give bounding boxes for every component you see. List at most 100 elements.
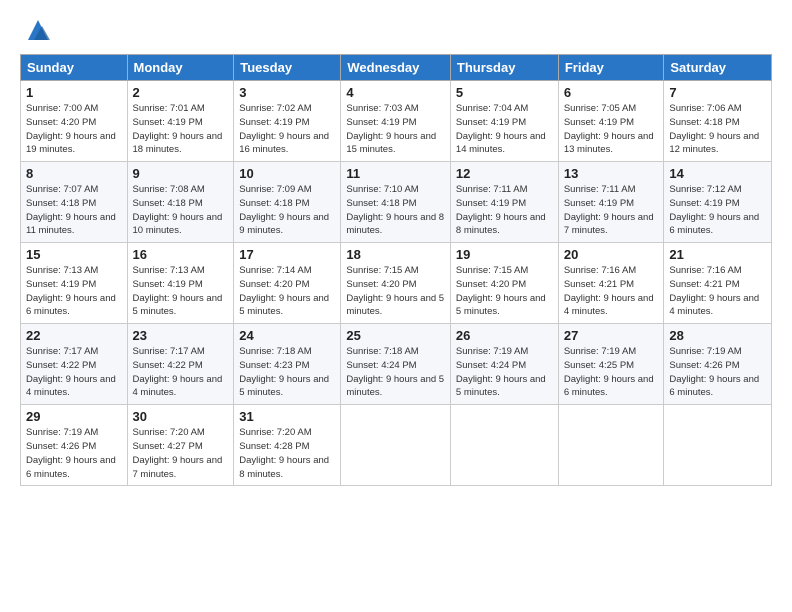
day-number: 5 [456,85,553,100]
calendar-cell: 31 Sunrise: 7:20 AMSunset: 4:28 PMDayligh… [234,405,341,486]
logo-icon [24,16,52,44]
calendar-cell: 9 Sunrise: 7:08 AMSunset: 4:18 PMDaylight… [127,162,234,243]
day-info: Sunrise: 7:20 AMSunset: 4:28 PMDaylight:… [239,426,335,481]
calendar-cell: 18 Sunrise: 7:15 AMSunset: 4:20 PMDayligh… [341,243,451,324]
day-info: Sunrise: 7:11 AMSunset: 4:19 PMDaylight:… [564,183,659,238]
day-info: Sunrise: 7:17 AMSunset: 4:22 PMDaylight:… [26,345,122,400]
day-number: 18 [346,247,445,262]
day-number: 27 [564,328,659,343]
day-info: Sunrise: 7:05 AMSunset: 4:19 PMDaylight:… [564,102,659,157]
calendar-week-5: 29 Sunrise: 7:19 AMSunset: 4:26 PMDayligh… [21,405,772,486]
day-number: 20 [564,247,659,262]
calendar-week-3: 15 Sunrise: 7:13 AMSunset: 4:19 PMDayligh… [21,243,772,324]
calendar-header: Sunday Monday Tuesday Wednesday Thursday… [21,55,772,81]
calendar-cell: 4Sunrise: 7:03 AMSunset: 4:19 PMDaylight… [341,81,451,162]
day-info: Sunrise: 7:12 AMSunset: 4:19 PMDaylight:… [669,183,766,238]
calendar-cell: 11 Sunrise: 7:10 AMSunset: 4:18 PMDayligh… [341,162,451,243]
day-info: Sunrise: 7:19 AMSunset: 4:26 PMDaylight:… [669,345,766,400]
calendar-week-4: 22 Sunrise: 7:17 AMSunset: 4:22 PMDayligh… [21,324,772,405]
day-info: Sunrise: 7:19 AMSunset: 4:25 PMDaylight:… [564,345,659,400]
day-number: 22 [26,328,122,343]
day-info: Sunrise: 7:19 AMSunset: 4:24 PMDaylight:… [456,345,553,400]
calendar-cell: 13 Sunrise: 7:11 AMSunset: 4:19 PMDayligh… [558,162,664,243]
day-info: Sunrise: 7:09 AMSunset: 4:18 PMDaylight:… [239,183,335,238]
day-number: 2 [133,85,229,100]
day-number: 6 [564,85,659,100]
calendar-cell: 15 Sunrise: 7:13 AMSunset: 4:19 PMDayligh… [21,243,128,324]
day-number: 3 [239,85,335,100]
col-monday: Monday [127,55,234,81]
calendar-cell: 14Sunrise: 7:12 AMSunset: 4:19 PMDayligh… [664,162,772,243]
day-info: Sunrise: 7:01 AMSunset: 4:19 PMDaylight:… [133,102,229,157]
day-info: Sunrise: 7:19 AMSunset: 4:26 PMDaylight:… [26,426,122,481]
calendar-cell: 6 Sunrise: 7:05 AMSunset: 4:19 PMDaylight… [558,81,664,162]
calendar-cell: 17 Sunrise: 7:14 AMSunset: 4:20 PMDayligh… [234,243,341,324]
logo [20,16,52,44]
calendar-cell [450,405,558,486]
calendar-cell: 29 Sunrise: 7:19 AMSunset: 4:26 PMDayligh… [21,405,128,486]
col-thursday: Thursday [450,55,558,81]
day-info: Sunrise: 7:10 AMSunset: 4:18 PMDaylight:… [346,183,445,238]
day-number: 24 [239,328,335,343]
day-number: 11 [346,166,445,181]
day-number: 13 [564,166,659,181]
calendar-cell: 7 Sunrise: 7:06 AMSunset: 4:18 PMDaylight… [664,81,772,162]
calendar-cell: 22 Sunrise: 7:17 AMSunset: 4:22 PMDayligh… [21,324,128,405]
calendar-cell: 23 Sunrise: 7:17 AMSunset: 4:22 PMDayligh… [127,324,234,405]
calendar-cell: 25 Sunrise: 7:18 AMSunset: 4:24 PMDayligh… [341,324,451,405]
col-friday: Friday [558,55,664,81]
calendar-cell [341,405,451,486]
day-number: 1 [26,85,122,100]
col-wednesday: Wednesday [341,55,451,81]
day-number: 29 [26,409,122,424]
calendar-cell: 5 Sunrise: 7:04 AMSunset: 4:19 PMDaylight… [450,81,558,162]
calendar-cell: 1 Sunrise: 7:00 AMSunset: 4:20 PMDaylight… [21,81,128,162]
day-info: Sunrise: 7:15 AMSunset: 4:20 PMDaylight:… [456,264,553,319]
day-number: 25 [346,328,445,343]
header-row: Sunday Monday Tuesday Wednesday Thursday… [21,55,772,81]
day-info: Sunrise: 7:16 AMSunset: 4:21 PMDaylight:… [564,264,659,319]
day-number: 15 [26,247,122,262]
calendar-cell: 27 Sunrise: 7:19 AMSunset: 4:25 PMDayligh… [558,324,664,405]
day-info: Sunrise: 7:14 AMSunset: 4:20 PMDaylight:… [239,264,335,319]
day-info: Sunrise: 7:06 AMSunset: 4:18 PMDaylight:… [669,102,766,157]
day-number: 17 [239,247,335,262]
day-number: 23 [133,328,229,343]
calendar-cell: 10Sunrise: 7:09 AMSunset: 4:18 PMDayligh… [234,162,341,243]
day-info: Sunrise: 7:04 AMSunset: 4:19 PMDaylight:… [456,102,553,157]
day-info: Sunrise: 7:13 AMSunset: 4:19 PMDaylight:… [133,264,229,319]
calendar-week-1: 1 Sunrise: 7:00 AMSunset: 4:20 PMDaylight… [21,81,772,162]
calendar-cell: 3 Sunrise: 7:02 AMSunset: 4:19 PMDaylight… [234,81,341,162]
day-info: Sunrise: 7:13 AMSunset: 4:19 PMDaylight:… [26,264,122,319]
day-number: 26 [456,328,553,343]
calendar-cell: 24 Sunrise: 7:18 AMSunset: 4:23 PMDayligh… [234,324,341,405]
day-info: Sunrise: 7:15 AMSunset: 4:20 PMDaylight:… [346,264,445,319]
day-info: Sunrise: 7:00 AMSunset: 4:20 PMDaylight:… [26,102,122,157]
calendar-cell: 26 Sunrise: 7:19 AMSunset: 4:24 PMDayligh… [450,324,558,405]
day-info: Sunrise: 7:20 AMSunset: 4:27 PMDaylight:… [133,426,229,481]
day-info: Sunrise: 7:11 AMSunset: 4:19 PMDaylight:… [456,183,553,238]
calendar-cell: 28Sunrise: 7:19 AMSunset: 4:26 PMDayligh… [664,324,772,405]
calendar-body: 1 Sunrise: 7:00 AMSunset: 4:20 PMDaylight… [21,81,772,486]
day-info: Sunrise: 7:02 AMSunset: 4:19 PMDaylight:… [239,102,335,157]
day-number: 19 [456,247,553,262]
day-number: 21 [669,247,766,262]
day-info: Sunrise: 7:18 AMSunset: 4:23 PMDaylight:… [239,345,335,400]
calendar-cell: 21Sunrise: 7:16 AMSunset: 4:21 PMDayligh… [664,243,772,324]
calendar-cell: 16Sunrise: 7:13 AMSunset: 4:19 PMDayligh… [127,243,234,324]
calendar-cell: 30Sunrise: 7:20 AMSunset: 4:27 PMDayligh… [127,405,234,486]
calendar-cell [558,405,664,486]
day-info: Sunrise: 7:07 AMSunset: 4:18 PMDaylight:… [26,183,122,238]
day-number: 9 [133,166,229,181]
header [20,16,772,44]
day-number: 31 [239,409,335,424]
day-info: Sunrise: 7:08 AMSunset: 4:18 PMDaylight:… [133,183,229,238]
day-number: 7 [669,85,766,100]
col-tuesday: Tuesday [234,55,341,81]
day-info: Sunrise: 7:18 AMSunset: 4:24 PMDaylight:… [346,345,445,400]
day-info: Sunrise: 7:17 AMSunset: 4:22 PMDaylight:… [133,345,229,400]
calendar-cell: 20 Sunrise: 7:16 AMSunset: 4:21 PMDayligh… [558,243,664,324]
calendar-week-2: 8Sunrise: 7:07 AMSunset: 4:18 PMDaylight… [21,162,772,243]
calendar-cell [664,405,772,486]
calendar-cell: 12Sunrise: 7:11 AMSunset: 4:19 PMDayligh… [450,162,558,243]
